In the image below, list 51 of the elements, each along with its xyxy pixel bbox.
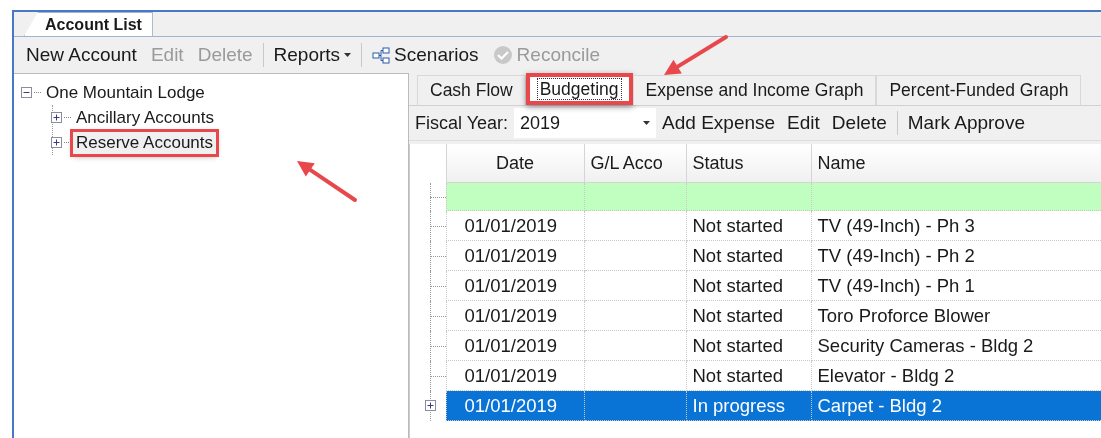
table-cell: 01/01/2019 (446, 270, 584, 301)
diagram-icon (372, 46, 391, 64)
tree-item[interactable]: One Mountain Lodge (43, 81, 208, 104)
table-row[interactable]: 01/01/2019 Not started TV (49-Inch) - Ph 2 (410, 240, 1101, 271)
toolbar-button[interactable]: Mark Approve (901, 110, 1031, 136)
toolbar-button[interactable]: New Account (19, 42, 144, 68)
table-cell: 01/01/2019 (446, 360, 584, 391)
table-cell: In progress (686, 390, 811, 421)
tree-item[interactable]: Ancillary Accounts (73, 106, 217, 129)
table-row[interactable]: 01/01/2019 Not started Toro Proforce Blower (410, 300, 1101, 331)
caret-icon (643, 121, 651, 125)
caret-icon (344, 53, 352, 57)
table-cell: Not started (686, 360, 811, 391)
column-header[interactable]: Status (686, 144, 811, 183)
table-row[interactable]: 01/01/2019 Not started TV (49-Inch) - Ph 1 (410, 270, 1101, 301)
table-row[interactable]: 01/01/2019 In progress Carpet - Bldg 2 (410, 390, 1101, 421)
tab[interactable]: Cash Flow (417, 75, 526, 105)
expand-icon[interactable] (51, 137, 62, 148)
tab[interactable]: Percent-Funded Graph (876, 75, 1082, 105)
table-cell: 01/01/2019 (446, 210, 584, 241)
table-cell: 01/01/2019 (446, 390, 584, 421)
table-cell: 01/01/2019 (446, 330, 584, 361)
table-cell: 01/01/2019 (446, 300, 584, 331)
toolbar-button[interactable]: Scenarios (365, 42, 486, 68)
arrow (297, 160, 357, 202)
fiscal-year-dropdown[interactable]: 2019 (514, 108, 657, 138)
column-header[interactable]: G/L Acco (584, 144, 686, 183)
table-cell: Not started (686, 240, 811, 271)
expand-icon[interactable] (425, 399, 436, 411)
table-cell: Carpet - Bldg 2 (811, 390, 1101, 421)
table-cell: Not started (686, 330, 811, 361)
collapse-icon[interactable] (21, 87, 32, 98)
toolbar-button[interactable]: Add Expense (656, 110, 782, 136)
column-header[interactable]: Name (811, 144, 1101, 183)
tab[interactable]: Expense and Income Graph (632, 75, 877, 105)
document-tab[interactable]: Account List (24, 12, 153, 36)
toolbar-button[interactable]: Edit (781, 110, 826, 136)
table-row[interactable]: 01/01/2019 Not started Security Cameras - Bldg 2 (410, 330, 1101, 361)
table-cell: Not started (686, 210, 811, 241)
expand-icon[interactable] (51, 112, 62, 123)
table-row[interactable]: 01/01/2019 Not started Elevator - Bldg 2 (410, 360, 1101, 391)
arrow (663, 35, 728, 75)
column-header[interactable]: Date (446, 144, 584, 183)
toolbar-button[interactable]: Delete (825, 110, 893, 136)
toolbar-button[interactable]: Reports (266, 42, 359, 68)
check-icon (492, 45, 513, 65)
table-cell: 01/01/2019 (446, 240, 584, 271)
table-cell: Not started (686, 300, 811, 331)
table-row[interactable]: 01/01/2019 Not started TV (49-Inch) - Ph 3 (410, 210, 1101, 241)
field-label: Fiscal Year: (414, 112, 510, 134)
table-cell: Not started (686, 270, 811, 301)
